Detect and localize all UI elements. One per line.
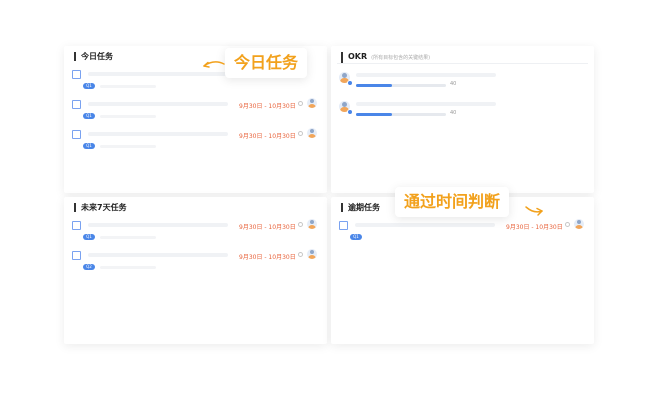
status-dot-icon [347,80,353,86]
task-date-range: 9月30日 - 10月30日 [239,133,296,140]
task-item[interactable]: 9月30日 - 10月30日 Q1 [72,219,322,249]
task-subtitle-placeholder [100,236,156,239]
okr-progress-fill [356,113,392,116]
quarter-badge: Q1 [83,113,95,119]
time-judgement-callout: 通过时间判断 [395,187,510,217]
task-date-range: 9月30日 - 10月30日 [506,224,563,231]
task-checkbox[interactable] [72,221,81,230]
task-subtitle-placeholder [100,85,156,88]
task-item[interactable]: 9月30日 - 10月30日 Q1 [72,98,322,128]
assignee-avatar[interactable] [307,128,317,138]
clock-icon [298,101,303,106]
task-title-placeholder [355,223,495,227]
curved-arrow-icon [203,61,225,68]
clock-icon [298,131,303,136]
clock-icon [565,222,570,227]
task-item[interactable]: 9月30日 - 10月30日 Q2 [72,249,322,279]
task-title-placeholder [88,102,228,106]
okr-progress-bar [356,113,446,116]
okr-progress-fill [356,84,392,87]
task-title-placeholder [88,253,228,257]
okr-panel: OKR (所有目标包含的关键结果) 40 40 [331,46,594,193]
task-checkbox[interactable] [72,130,81,139]
task-checkbox[interactable] [72,70,81,79]
okr-progress-text: 40 [450,110,457,116]
okr-progress-bar [356,84,446,87]
okr-title-placeholder [356,102,496,106]
okr-key-result[interactable]: 40 [339,101,496,121]
task-checkbox[interactable] [339,221,348,230]
status-dot-icon [347,109,353,115]
okr-key-result[interactable]: 40 [339,72,496,92]
okr-panel-title: OKR (所有目标包含的关键结果) [341,52,430,63]
assignee-avatar[interactable] [574,219,584,229]
task-date-range: 9月30日 - 10月30日 [239,103,296,110]
quarter-badge: Q1 [83,234,95,240]
quarter-badge: Q1 [83,83,95,89]
task-date-range: 9月30日 - 10月30日 [239,224,296,231]
quarter-badge: Q1 [83,143,95,149]
task-checkbox[interactable] [72,100,81,109]
task-item[interactable]: 9月30日 - 10月30日 Q1 [339,219,589,249]
overdue-tasks-panel: 逾期任务 9月30日 - 10月30日 Q1 [331,197,594,344]
okr-divider [337,63,588,64]
curved-arrow-icon [525,206,543,216]
clock-icon [298,222,303,227]
task-subtitle-placeholder [100,145,156,148]
task-subtitle-placeholder [100,115,156,118]
okr-subtitle: (所有目标包含的关键结果) [371,55,431,61]
task-title-placeholder [88,72,228,76]
task-item[interactable]: 9月30日 - 10月30日 Q1 [72,128,322,158]
assignee-avatar[interactable] [307,219,317,229]
overdue-panel-title: 逾期任务 [341,203,380,212]
okr-progress-text: 40 [450,81,457,87]
okr-title-text: OKR [348,52,368,61]
today-panel-title: 今日任务 [74,52,113,61]
next7-panel-title: 未来7天任务 [74,203,127,212]
task-title-placeholder [88,132,228,136]
assignee-avatar[interactable] [307,249,317,259]
clock-icon [298,252,303,257]
task-title-placeholder [88,223,228,227]
today-tasks-callout: 今日任务 [225,48,308,78]
okr-title-placeholder [356,73,496,77]
task-date-range: 9月30日 - 10月30日 [239,254,296,261]
next7-tasks-panel: 未来7天任务 9月30日 - 10月30日 Q1 9月30日 - 10月30日 … [64,197,327,344]
quarter-badge: Q1 [350,234,362,240]
task-checkbox[interactable] [72,251,81,260]
task-subtitle-placeholder [100,266,156,269]
quarter-badge: Q2 [83,264,95,270]
assignee-avatar[interactable] [307,98,317,108]
